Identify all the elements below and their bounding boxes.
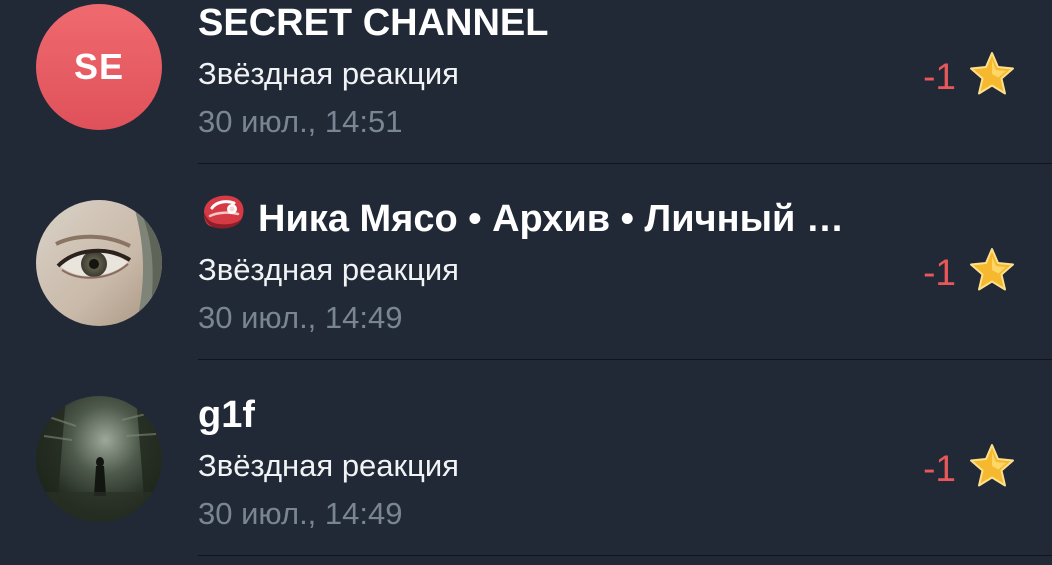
amount-value: -1 — [923, 447, 956, 489]
transaction-title: Ника Мясо • Архив • Личный … — [198, 195, 844, 244]
star-icon — [968, 246, 1016, 299]
transaction-title: SECRET CHANNEL — [198, 2, 549, 44]
eye-photo-image — [36, 200, 162, 326]
transaction-subtitle: Звёздная реакция — [198, 56, 459, 91]
transaction-amount: -1 — [923, 246, 1016, 299]
transaction-row[interactable]: Ника Мясо • Архив • Личный … Звёздная ре… — [0, 164, 1052, 360]
transaction-amount: -1 — [923, 442, 1016, 495]
transaction-date: 30 июл., 14:51 — [198, 104, 403, 139]
avatar — [36, 396, 162, 522]
avatar — [36, 200, 162, 326]
avatar-initials: SE — [73, 46, 125, 87]
divider — [198, 555, 1052, 556]
meat-emoji-icon — [198, 195, 248, 244]
star-icon — [968, 442, 1016, 495]
transaction-title: g1f — [198, 394, 255, 436]
amount-value: -1 — [923, 251, 956, 293]
transaction-row[interactable]: g1f Звёздная реакция 30 июл., 14:49 -1 — [0, 360, 1052, 556]
amount-value: -1 — [923, 55, 956, 97]
avatar: SE — [36, 4, 162, 130]
star-transactions-list: SE SECRET CHANNEL Звёздная реакция 30 ию… — [0, 0, 1052, 565]
star-icon — [968, 50, 1016, 103]
title-text: Ника Мясо • Архив • Личный … — [258, 198, 844, 240]
dark-figure-photo-image — [36, 396, 162, 522]
transaction-subtitle: Звёздная реакция — [198, 252, 459, 287]
transaction-amount: -1 — [923, 50, 1016, 103]
transaction-row[interactable]: SE SECRET CHANNEL Звёздная реакция 30 ию… — [0, 0, 1052, 164]
transaction-subtitle: Звёздная реакция — [198, 448, 459, 483]
transaction-date: 30 июл., 14:49 — [198, 300, 403, 335]
transaction-date: 30 июл., 14:49 — [198, 496, 403, 531]
